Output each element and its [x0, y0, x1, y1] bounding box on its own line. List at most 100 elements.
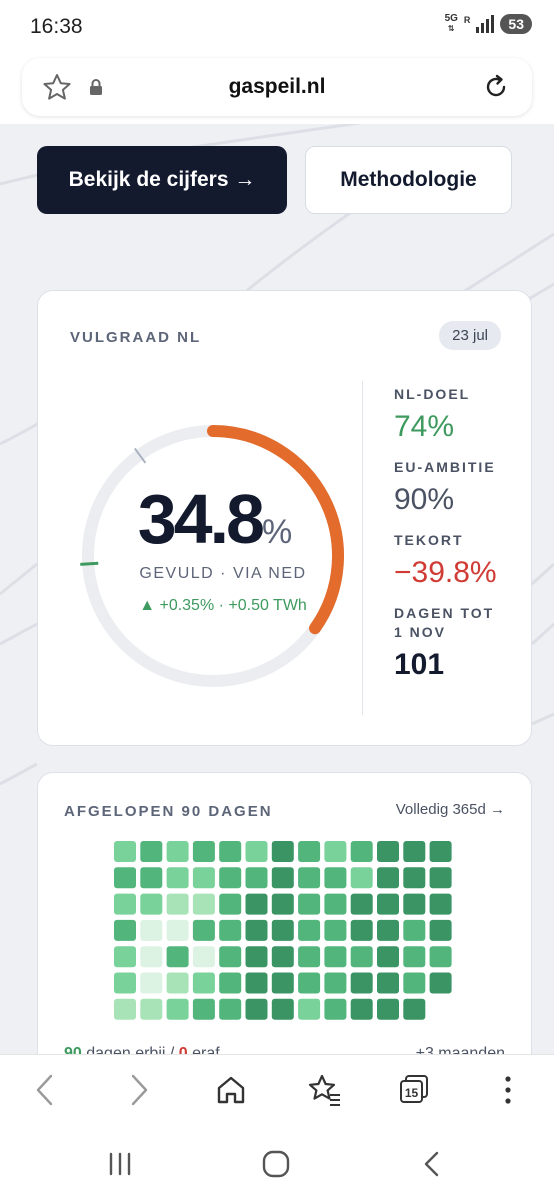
heatmap-cell: [429, 841, 452, 862]
heatmap-cell: [429, 972, 452, 994]
heatmap-cell: [271, 998, 294, 1020]
heatmap-cell: [324, 946, 347, 968]
stat-label-shortfall: TEKORT: [394, 532, 464, 548]
heatmap-cell: [166, 841, 189, 862]
heatmap-cell: [377, 867, 399, 889]
heatmap-cell: [140, 919, 163, 941]
url-text[interactable]: gaspeil.nl: [22, 75, 532, 99]
heatmap-cell: [140, 841, 163, 862]
home-nav-icon[interactable]: [261, 1150, 291, 1178]
network-indicator: 5G ⇅: [444, 13, 458, 34]
heatmap-cell: [377, 972, 399, 994]
browser-address-area: gaspeil.nl: [0, 54, 554, 124]
heatmap-cell: [350, 972, 373, 994]
heatmap-cell: [271, 893, 294, 915]
tabs-icon[interactable]: 15: [398, 1073, 430, 1107]
heatmap-cell: [245, 893, 268, 915]
status-bar: 16:38 5G ⇅ R 53: [0, 0, 554, 54]
signal-icon: [476, 15, 495, 33]
heatmap-cell: [114, 946, 136, 968]
heatmap-cell: [403, 867, 426, 889]
days-down-text: eraf: [192, 1045, 220, 1054]
history-card-title: AFGELOPEN 90 DAGEN: [64, 803, 273, 820]
heatmap-cell: [245, 946, 268, 968]
heatmap-cell: [271, 841, 294, 862]
summary-separator: /: [169, 1045, 175, 1054]
heatmap-cell: [429, 867, 452, 889]
methodology-button[interactable]: Methodologie: [305, 146, 512, 214]
history-summary: 90 dagen erbij / 0 eraf: [64, 1045, 220, 1054]
heatmap-cell: [324, 867, 347, 889]
view-figures-button[interactable]: Bekijk de cijfers →: [37, 146, 287, 214]
heatmap-cell: [192, 998, 215, 1020]
stat-label-nl-target: NL-DOEL: [394, 386, 471, 402]
address-bar[interactable]: gaspeil.nl: [22, 58, 532, 116]
heatmap-cell: [271, 946, 294, 968]
stat-label-days-left: DAGEN TOT 1 NOV: [394, 605, 495, 640]
fill-card-title: VULGRAAD NL: [70, 329, 202, 346]
home-icon[interactable]: [214, 1073, 248, 1107]
browser-toolbar: 15: [0, 1054, 554, 1126]
heatmap-cell: [403, 919, 426, 941]
stat-value-shortfall: −39.8%: [394, 556, 497, 589]
heatmap-cell: [298, 972, 321, 994]
heatmap-cell: [192, 946, 215, 968]
stat-value-eu-ambition: 90%: [394, 483, 455, 516]
menu-icon[interactable]: [500, 1073, 516, 1107]
recent-apps-icon[interactable]: [106, 1150, 134, 1178]
heatmap-cell: [192, 919, 215, 941]
heatmap-cell: [140, 893, 163, 915]
heatmap-cell: [429, 893, 452, 915]
vertical-divider: [362, 381, 363, 715]
heatmap-cell: [166, 998, 189, 1020]
full-year-link[interactable]: Volledig 365d →: [396, 801, 505, 818]
heatmap-cell: [271, 972, 294, 994]
battery-icon: 53: [500, 14, 532, 34]
heatmap-cell: [324, 919, 347, 941]
heatmap-cell: [377, 919, 399, 941]
stat-value-days-left: 101: [394, 648, 445, 681]
network-type: 5G: [444, 13, 458, 24]
heatmap-cell: [403, 893, 426, 915]
nl-target-marker: [80, 561, 99, 566]
stat-value-nl-target: 74%: [394, 410, 455, 443]
heatmap-cell: [166, 946, 189, 968]
fill-percentage: 34.8: [137, 480, 265, 558]
heatmap-cell: [377, 998, 399, 1020]
heatmap-cell: [324, 893, 347, 915]
tab-count: 15: [405, 1086, 419, 1100]
days-up-text: dagen erbij: [86, 1045, 166, 1054]
heatmap-cell: [271, 919, 294, 941]
bookmarks-icon[interactable]: [306, 1073, 342, 1107]
heatmap-cell: [324, 998, 347, 1020]
heatmap-cell: [429, 919, 452, 941]
heatmap-cell: [166, 972, 189, 994]
heatmap-cell: [140, 972, 163, 994]
heatmap-cell: [219, 893, 242, 915]
forward-icon[interactable]: [126, 1073, 152, 1107]
heatmap-cell: [219, 919, 242, 941]
heatmap-cell: [350, 841, 373, 862]
back-icon[interactable]: [32, 1073, 58, 1107]
heatmap-cell: [219, 841, 242, 862]
heatmap-cell: [140, 998, 163, 1020]
heatmap-cell: [298, 946, 321, 968]
heatmap-cell: [271, 867, 294, 889]
page-content: Bekijk de cijfers → Methodologie VULGRAA…: [0, 124, 554, 1054]
gauge-subtitle: GEVULD · VIA NED: [139, 565, 307, 582]
heatmap-cell: [114, 919, 136, 941]
days-up-count: 90: [64, 1045, 82, 1054]
history-card: AFGELOPEN 90 DAGEN Volledig 365d → 90 da…: [37, 772, 532, 1054]
reload-icon[interactable]: [482, 73, 510, 101]
heatmap-cell: [114, 841, 136, 862]
fill-level-card: VULGRAAD NL 23 jul 34.8% GEVULD · VIA NE…: [37, 290, 532, 746]
days-down-count: 0: [178, 1045, 188, 1054]
heatmap-cell: [350, 919, 373, 941]
heatmap-cell: [403, 841, 426, 862]
back-nav-icon[interactable]: [420, 1150, 444, 1178]
stat-label-eu-ambition: EU-AMBITIE: [394, 459, 496, 475]
heatmap-cell: [114, 998, 136, 1020]
heatmap-cell: [219, 867, 242, 889]
heatmap-cell: [245, 919, 268, 941]
heatmap-cell: [166, 919, 189, 941]
